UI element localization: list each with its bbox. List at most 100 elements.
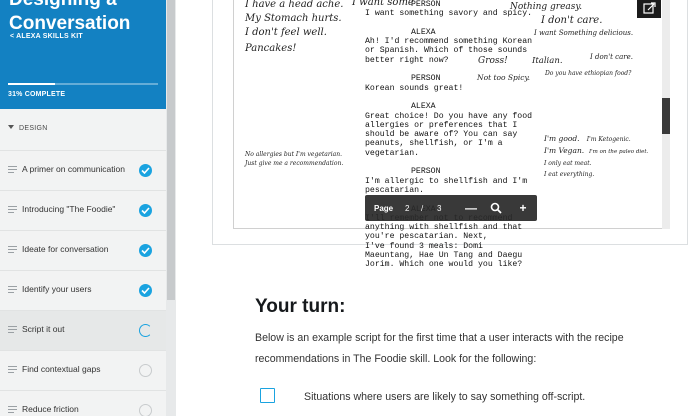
sidebar-item-label: Find contextual gaps — [22, 364, 101, 374]
sidebar-item-label: Identify your users — [22, 284, 92, 294]
course-progress-bar — [8, 83, 158, 85]
script-line: peanuts, shellfish, or I'm a — [365, 139, 503, 149]
edit-icon — [643, 2, 656, 14]
lesson-lines-icon — [8, 246, 17, 254]
note-top-left: I have a head ache. My Stomach hurts. I … — [245, 0, 343, 55]
script-line: Jorim. Which one would you like? — [365, 260, 523, 270]
note-line: I'm good. — [544, 134, 580, 143]
course-title-line1: Designing a — [9, 0, 166, 12]
pdf-toolbar: Page 2 / 3 — + — [365, 195, 537, 221]
sidebar-item-lesson[interactable]: Ideate for conversation — [0, 230, 166, 270]
script-line: I want something savory and spicy. — [365, 9, 533, 19]
sidebar-item-label: Reduce friction — [22, 404, 79, 414]
script-speaker: ALEXA — [411, 27, 436, 37]
script-gap — [365, 19, 532, 28]
page-label: Page — [374, 204, 394, 213]
page-total: 3 — [437, 204, 442, 213]
page-number-input[interactable]: 2 — [405, 204, 409, 213]
note-line: I'm Ketogenic. — [586, 136, 631, 143]
note-line: I'm on the paleo diet. — [588, 149, 649, 155]
script-gap — [365, 93, 532, 102]
sidebar-item-label: Introducing "The Foodie" — [22, 204, 116, 214]
sidebar-item-lesson[interactable]: Identify your users — [0, 270, 166, 310]
check-circle-icon — [139, 204, 152, 217]
checklist-checkbox[interactable] — [260, 388, 275, 403]
checklist-item-label: Situations where users are likely to say… — [304, 391, 586, 403]
sidebar-item-label: Ideate for conversation — [22, 244, 109, 254]
sidebar-scrollbar[interactable] — [166, 0, 176, 416]
sidebar-item-lesson[interactable]: Reduce friction — [0, 390, 166, 416]
course-progress-fill — [8, 83, 55, 85]
note-line: I have a head ache. — [245, 0, 344, 10]
script-text: PERSON I want something savory and spicy.… — [365, 0, 532, 270]
note-want-delicious: I want Something delicious. — [534, 29, 634, 37]
magnifier-icon — [490, 202, 502, 214]
intro-paragraph: Below is an example script for the first… — [255, 332, 624, 365]
open-external-button[interactable] — [637, 0, 661, 18]
course-title: Designing a Conversation — [9, 0, 166, 36]
note-not-too-spicy: Not too Spicy. — [477, 73, 531, 82]
sidebar-item-lesson[interactable]: Introducing "The Foodie" — [0, 190, 166, 230]
note-left-middle: No allergies but I'm vegetarian. Just gi… — [245, 150, 343, 168]
check-circle-icon — [139, 244, 152, 257]
note-ethiopian: Do you have ethiopian food? — [545, 70, 632, 77]
check-circle-icon — [139, 164, 152, 177]
sidebar-item-lesson[interactable]: Find contextual gaps — [0, 350, 166, 390]
pdf-scrollbar[interactable] — [662, 0, 670, 229]
zoom-in-button[interactable]: + — [514, 199, 532, 217]
sidebar-item-label: Script it out — [22, 324, 65, 334]
note-i-dont-care-2: I don't care. — [590, 53, 633, 61]
page-separator: / — [421, 204, 424, 213]
section-design-toggle[interactable]: DESIGN — [8, 125, 48, 132]
caret-down-icon — [8, 125, 14, 129]
course-sidebar: Designing a Conversation < ALEXA SKILLS … — [0, 0, 166, 416]
script-line: I've found 3 meals: Domi — [365, 241, 483, 251]
sidebar-item-label: A primer on communication — [22, 164, 125, 174]
lesson-lines-icon — [8, 206, 17, 214]
script-line: vegetarian. — [365, 148, 420, 158]
script-speaker: PERSON — [411, 167, 441, 177]
lesson-lines-icon — [8, 406, 17, 414]
note-i-dont-care: I don't care. — [541, 15, 603, 26]
note-line: No allergies but I'm vegetarian. — [245, 151, 342, 158]
script-line: Korean sounds great! — [365, 83, 464, 93]
lesson-lines-icon — [8, 286, 17, 294]
note-line: Just give me a recommendation. — [245, 160, 344, 167]
section-label: DESIGN — [19, 125, 48, 132]
back-link[interactable]: < ALEXA SKILLS KIT — [10, 33, 83, 40]
note-line: I only eat meat. — [544, 160, 592, 167]
script-line: Great choice! Do you have any food — [365, 111, 533, 121]
note-line: I eat everything. — [544, 171, 595, 178]
note-gross: Gross! — [478, 56, 508, 66]
note-line: Pancakes! — [245, 43, 297, 54]
script-speaker: ALEXA — [411, 102, 436, 112]
empty-circle-icon — [139, 404, 152, 416]
note-right-middle: I'm good. I'm Ketogenic. I'm Vegan. I'm … — [544, 133, 648, 180]
course-header: Designing a Conversation < ALEXA SKILLS … — [0, 0, 166, 109]
note-top-cut: I want some — [352, 0, 414, 8]
check-circle-icon — [139, 284, 152, 297]
sidebar-item-lesson[interactable]: Script it out — [0, 310, 166, 350]
lesson-lines-icon — [8, 326, 17, 334]
script-gap — [365, 158, 532, 167]
in-progress-circle-icon — [139, 324, 152, 337]
progress-label: 31% COMPLETE — [8, 91, 66, 98]
script-line: or Spanish. Which of those sounds — [365, 46, 528, 56]
sidebar-scroll-thumb[interactable] — [167, 0, 175, 300]
script-line: I'm allergic to shellfish and I'm — [365, 176, 528, 186]
note-line: I'm Vegan. — [544, 146, 585, 155]
zoom-reset-button[interactable] — [487, 199, 505, 217]
note-italian: Italian. — [532, 56, 563, 66]
lesson-lines-icon — [8, 366, 17, 374]
sidebar-item-lesson[interactable]: A primer on communication — [0, 150, 166, 190]
lesson-lines-icon — [8, 166, 17, 174]
script-line: allergies or preferences that I — [365, 120, 518, 130]
note-nothing-greasy: Nothing greasy. — [510, 2, 583, 12]
empty-circle-icon — [139, 364, 152, 377]
script-line: pescatarian. — [365, 185, 424, 195]
zoom-out-button[interactable]: — — [462, 199, 480, 217]
pdf-scroll-thumb[interactable] — [662, 98, 670, 134]
note-line: I don't feel well. — [245, 27, 327, 38]
script-line: you're pescatarian. Next, — [365, 232, 488, 242]
section-heading: Your turn: — [255, 296, 346, 317]
